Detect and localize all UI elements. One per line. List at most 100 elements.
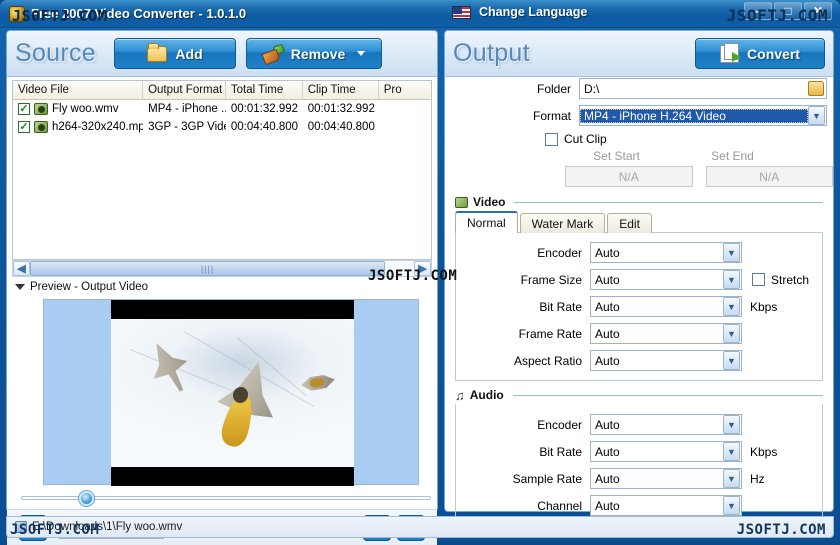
chevron-down-icon[interactable]: ▼	[723, 442, 740, 461]
cell-video-file: h264-320x240.mp4	[52, 121, 143, 133]
minimize-button[interactable]: –	[744, 2, 772, 20]
source-file-list[interactable]: Video File Output Format Total Time Clip…	[12, 80, 432, 260]
minimize-icon: –	[755, 5, 762, 17]
chevron-down-icon[interactable]: ▼	[723, 469, 740, 488]
browse-folder-icon[interactable]	[808, 81, 824, 96]
video-aspect-ratio-value: Auto	[591, 354, 723, 368]
set-end-value: N/A	[759, 170, 779, 184]
folder-value: D:\	[584, 82, 599, 96]
remove-button[interactable]: Remove	[246, 38, 382, 69]
table-row[interactable]: ✓ Fly woo.wmv MP4 - iPhone ... 00:01:32.…	[13, 100, 431, 118]
chevron-down-icon[interactable]: ▼	[723, 297, 740, 316]
chevron-down-icon[interactable]: ▼	[723, 351, 740, 370]
column-header-output-format[interactable]: Output Format	[143, 81, 226, 99]
chevron-down-icon[interactable]: ▼	[808, 106, 825, 125]
scroll-left-icon[interactable]: ◀	[13, 261, 30, 276]
chevron-down-icon[interactable]: ▼	[723, 415, 740, 434]
tab-edit-label: Edit	[619, 217, 640, 231]
audio-sample-rate-select[interactable]: Auto ▼	[590, 468, 742, 489]
tab-normal[interactable]: Normal	[455, 211, 518, 233]
audio-encoder-select[interactable]: Auto ▼	[590, 414, 742, 435]
row-checkbox[interactable]: ✓	[18, 121, 30, 133]
format-label: Format	[483, 109, 579, 123]
application-window: Free 2007 Video Converter - 1.0.1.0 Chan…	[0, 0, 840, 542]
close-button[interactable]: ✕	[804, 2, 832, 20]
scrollbar-thumb[interactable]: ||||	[30, 261, 385, 276]
tab-water-mark-label: Water Mark	[532, 217, 594, 231]
video-letterbox	[111, 300, 354, 486]
change-language-label: Change Language	[479, 5, 587, 19]
title-bar: Free 2007 Video Converter - 1.0.1.0 Chan…	[0, 0, 840, 28]
audio-bit-rate-value: Auto	[591, 445, 723, 459]
close-icon: ✕	[813, 5, 823, 17]
collapse-triangle-icon[interactable]	[15, 284, 25, 290]
video-encoder-select[interactable]: Auto ▼	[590, 242, 742, 263]
video-encoder-value: Auto	[591, 246, 723, 260]
list-horizontal-scrollbar[interactable]: ◀ |||| ▶	[12, 260, 432, 277]
source-header: Source Add Remove	[7, 31, 437, 77]
jet-tertiary	[299, 370, 336, 397]
video-frame-rate-row: Frame Rate Auto ▼	[456, 323, 822, 344]
cut-clip-checkbox[interactable]	[545, 133, 558, 146]
us-flag-icon	[452, 6, 471, 19]
audio-settings-panel: Encoder Auto ▼ Bit Rate Auto ▼	[455, 404, 823, 525]
chevron-down-icon[interactable]: ▼	[723, 324, 740, 343]
remove-button-label: Remove	[291, 46, 345, 62]
video-frame-image	[111, 319, 354, 467]
video-bit-rate-select[interactable]: Auto ▼	[590, 296, 742, 317]
video-icon	[455, 197, 468, 208]
chevron-down-icon[interactable]: ▼	[723, 496, 740, 515]
add-button[interactable]: Add	[114, 38, 236, 69]
preview-section-header[interactable]: Preview - Output Video	[15, 281, 148, 293]
audio-channel-select[interactable]: Auto ▼	[590, 495, 742, 516]
music-note-icon: ♫	[455, 389, 465, 402]
chevron-down-icon[interactable]: ▼	[723, 243, 740, 262]
video-bit-rate-row: Bit Rate Auto ▼ Kbps	[456, 296, 822, 317]
output-panel: Output Convert Folder D:\ Format	[444, 30, 834, 512]
video-frame-size-select[interactable]: Auto ▼	[590, 269, 742, 290]
video-tabs: Normal Water Mark Edit	[455, 211, 833, 233]
tab-water-mark[interactable]: Water Mark	[520, 213, 606, 233]
status-file-icon	[15, 521, 27, 533]
tab-edit[interactable]: Edit	[607, 213, 652, 233]
set-end-input: N/A	[706, 166, 834, 187]
folder-input[interactable]: D:\	[579, 78, 827, 99]
column-header-total-time[interactable]: Total Time	[226, 81, 303, 99]
table-row[interactable]: ✓ h264-320x240.mp4 3GP - 3GP Video 00:04…	[13, 118, 431, 136]
app-icon	[9, 6, 25, 22]
convert-button-label: Convert	[747, 46, 800, 62]
change-language-button[interactable]: Change Language	[452, 5, 587, 19]
audio-sample-rate-value: Auto	[591, 472, 723, 486]
convert-icon	[720, 45, 739, 63]
output-header: Output Convert	[445, 31, 833, 77]
audio-sample-rate-label: Sample Rate	[494, 472, 590, 486]
scroll-right-icon[interactable]: ▶	[414, 261, 431, 276]
column-header-video-file[interactable]: Video File	[13, 81, 143, 99]
video-aspect-ratio-label: Aspect Ratio	[494, 354, 590, 368]
audio-sample-rate-unit: Hz	[750, 472, 765, 486]
audio-encoder-row: Encoder Auto ▼	[456, 414, 822, 435]
cell-total-time: 00:01:32.992	[226, 103, 303, 115]
row-checkbox[interactable]: ✓	[18, 103, 30, 115]
video-preview[interactable]	[43, 299, 419, 485]
stretch-option: Stretch	[752, 273, 809, 287]
seek-handle[interactable]	[79, 491, 94, 506]
main-content: Source Add Remove Video File Output Form…	[6, 30, 834, 512]
output-form: Folder D:\ Format MP4 - iPhone H.264 Vid…	[445, 78, 833, 511]
chevron-down-icon[interactable]: ▼	[723, 270, 740, 289]
scrollbar-track[interactable]: ||||	[30, 261, 414, 276]
folder-icon	[147, 46, 167, 62]
format-select[interactable]: MP4 - iPhone H.264 Video ▼	[579, 105, 827, 126]
maximize-button[interactable]: □	[774, 2, 802, 20]
video-frame-rate-select[interactable]: Auto ▼	[590, 323, 742, 344]
video-aspect-ratio-row: Aspect Ratio Auto ▼	[456, 350, 822, 371]
playback-seek-slider[interactable]	[21, 491, 431, 505]
convert-button[interactable]: Convert	[695, 38, 825, 69]
video-frame-size-label: Frame Size	[494, 273, 590, 287]
audio-group: ♫ Audio Encoder Auto ▼ B	[455, 388, 823, 525]
audio-bit-rate-select[interactable]: Auto ▼	[590, 441, 742, 462]
column-header-progress[interactable]: Pro	[379, 81, 431, 99]
video-aspect-ratio-select[interactable]: Auto ▼	[590, 350, 742, 371]
column-header-clip-time[interactable]: Clip Time	[303, 81, 379, 99]
stretch-checkbox[interactable]	[752, 273, 765, 286]
